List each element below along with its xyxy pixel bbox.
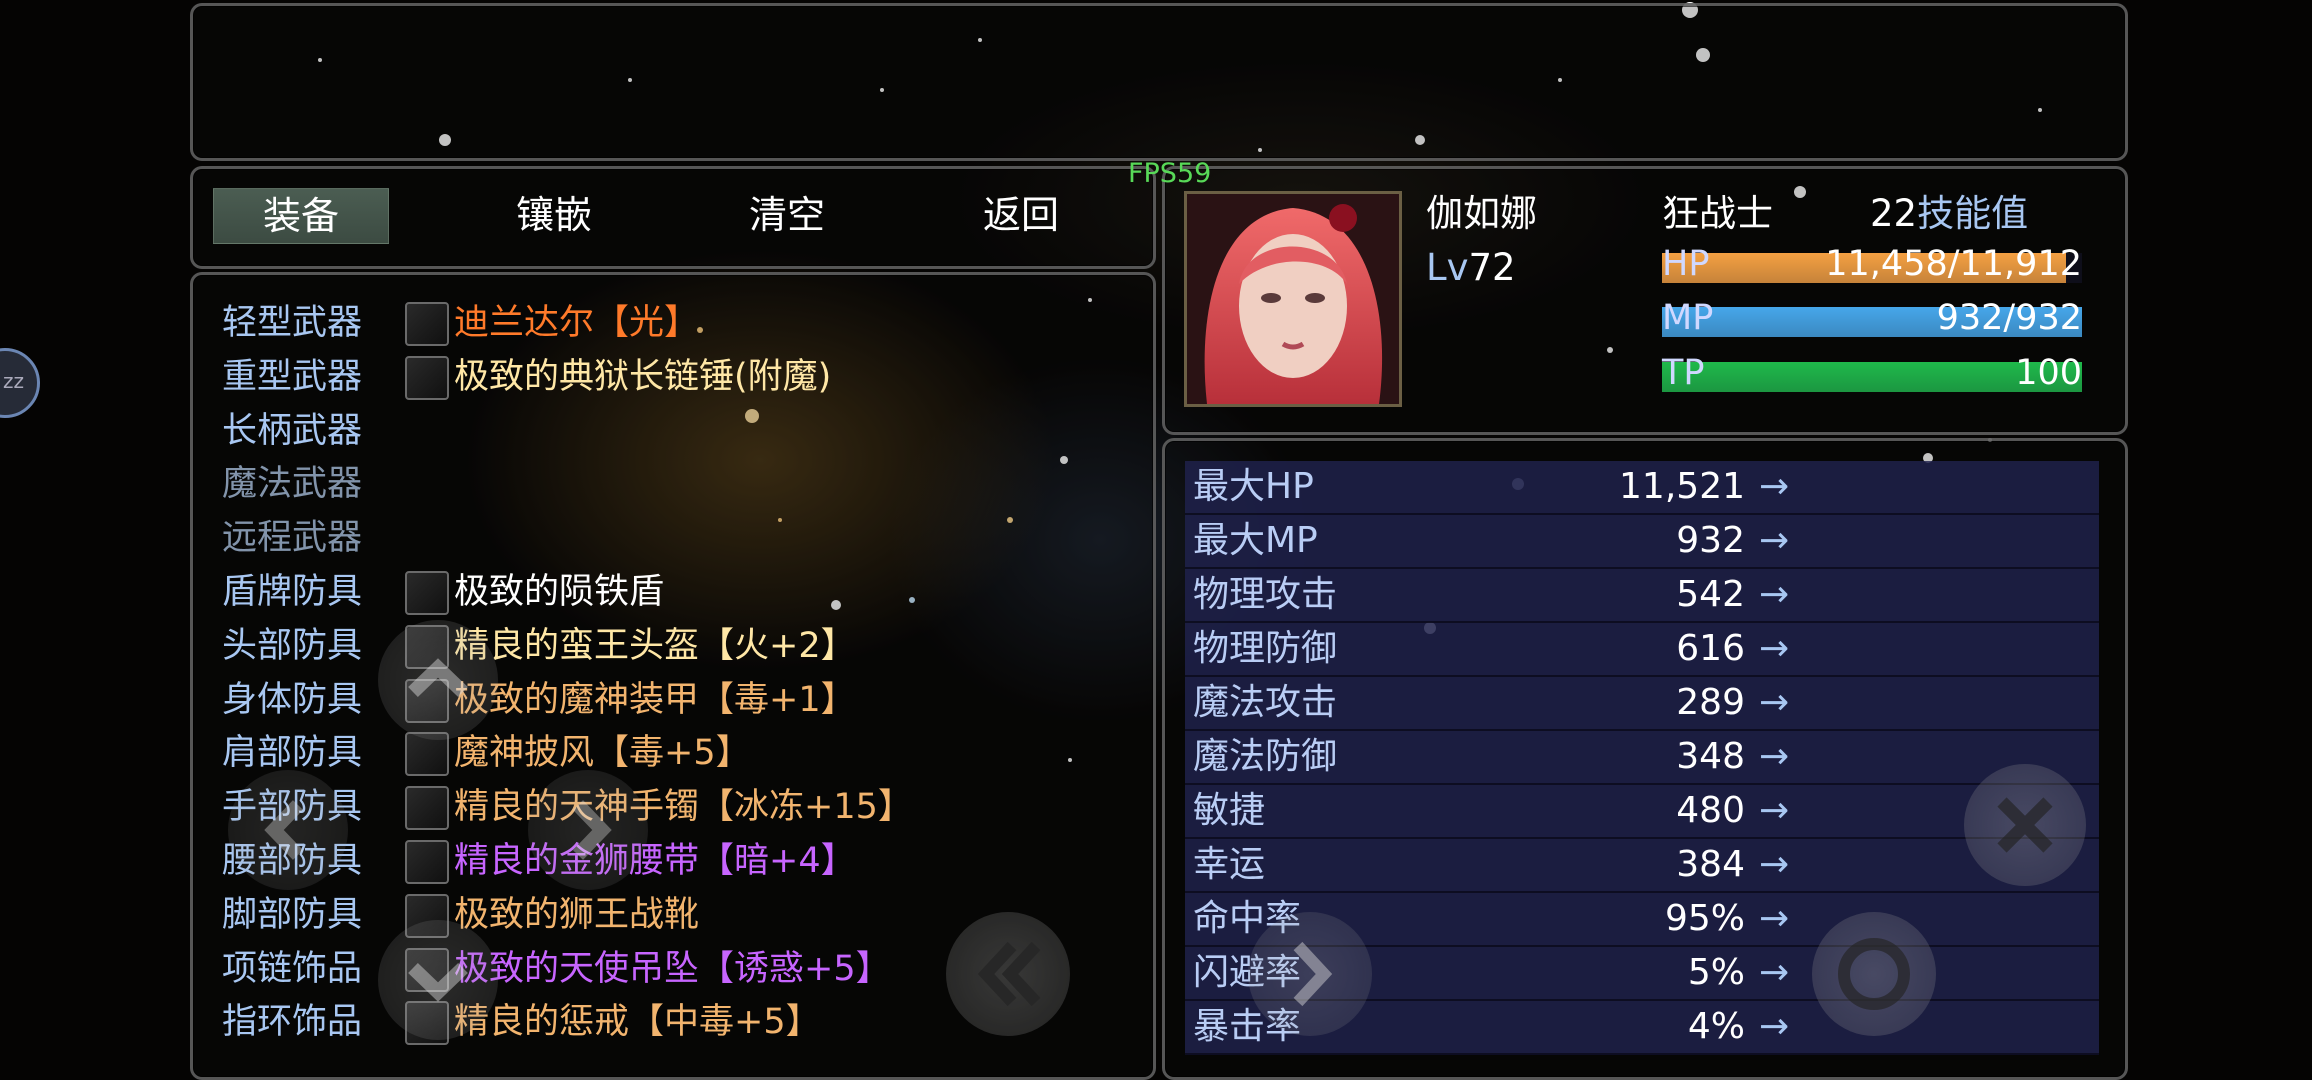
tp-label: TP (1662, 353, 1705, 393)
shield-icon (405, 571, 449, 615)
stat-row: 最大MP 932 → (1185, 515, 2099, 569)
stat-arrow-icon: → (1759, 628, 1790, 669)
stat-value: 5% (1687, 952, 1745, 993)
stat-value: 384 (1676, 844, 1745, 885)
dpad-down-button[interactable] (378, 920, 498, 1040)
equipment-slot-label[interactable]: 长柄武器 (222, 405, 362, 457)
stat-value: 348 (1676, 736, 1745, 777)
stat-row: 物理攻击 542 → (1185, 569, 2099, 623)
stat-value: 616 (1676, 628, 1745, 669)
stat-arrow-icon: → (1759, 574, 1790, 615)
equipped-item-name[interactable]: 极致的典狱长链锤(附魔) (454, 351, 831, 403)
tp-value: 100 (2015, 353, 2082, 393)
page-back-button[interactable] (946, 912, 1070, 1036)
equipped-item-name[interactable]: 精良的惩戒【中毒+5】 (454, 996, 821, 1048)
character-portrait (1184, 191, 1402, 407)
stat-row: 魔法攻击 289 → (1185, 677, 2099, 731)
stat-row: 敏捷 480 → (1185, 785, 2099, 839)
skill-points-value: 22 (1870, 192, 1918, 235)
equipment-slot-label[interactable]: 重型武器 (222, 351, 362, 403)
stat-arrow-icon: → (1759, 520, 1790, 561)
stat-arrow-icon: → (1759, 952, 1790, 993)
equipment-slot-label[interactable]: 头部防具 (222, 620, 362, 672)
equipped-item-name[interactable]: 迪兰达尔【光】 (454, 297, 699, 349)
character-level: Lv72 (1426, 244, 1516, 292)
menu-back[interactable]: 返回 (934, 188, 1108, 242)
character-name: 伽如娜 (1426, 192, 1537, 235)
stat-label: 最大HP (1193, 466, 1314, 507)
equipped-item-name[interactable]: 精良的金狮腰带【暗+4】 (454, 835, 856, 887)
skill-points: 22技能值 (1870, 190, 2028, 238)
menu-equip[interactable]: 装备 (213, 188, 389, 244)
stat-label: 物理攻击 (1193, 574, 1338, 615)
cancel-button[interactable] (1964, 764, 2086, 886)
side-tab[interactable]: zz (0, 348, 40, 418)
dpad-up-button[interactable] (378, 620, 498, 740)
mp-label: MP (1662, 298, 1714, 338)
sword-icon (405, 302, 449, 346)
stat-row: 幸运 384 → (1185, 839, 2099, 893)
stat-label: 魔法防御 (1193, 736, 1338, 777)
equipment-slot-label[interactable]: 远程武器 (222, 512, 362, 564)
stat-label: 敏捷 (1193, 790, 1266, 831)
equipped-item-name[interactable]: 极致的天使吊坠【诱惑+5】 (454, 943, 891, 995)
fps-counter: FPS59 (1128, 158, 1212, 189)
equipment-slot-label[interactable]: 脚部防具 (222, 889, 362, 941)
stat-row: 物理防御 616 → (1185, 623, 2099, 677)
equipment-slot-label[interactable]: 项链饰品 (222, 943, 362, 995)
menu-clear[interactable]: 清空 (700, 188, 874, 242)
stat-arrow-icon: → (1759, 790, 1790, 831)
dpad-right-button[interactable] (528, 770, 648, 890)
stat-value: 932 (1676, 520, 1745, 561)
stat-label: 物理防御 (1193, 628, 1338, 669)
equipment-slot-label[interactable]: 指环饰品 (222, 996, 362, 1048)
page-forward-button[interactable] (1248, 912, 1372, 1036)
equipment-slot-label[interactable]: 轻型武器 (222, 297, 362, 349)
bracelet-icon (405, 786, 449, 830)
stat-arrow-icon: → (1759, 1006, 1790, 1047)
menu-inlay[interactable]: 镶嵌 (467, 188, 641, 242)
equipment-slot-label[interactable]: 盾牌防具 (222, 566, 362, 618)
message-panel (190, 3, 2128, 161)
stat-value: 480 (1676, 790, 1745, 831)
stat-label: 最大MP (1193, 520, 1318, 561)
equipped-item-name[interactable]: 精良的蛮王头盔【火+2】 (454, 620, 856, 672)
equipment-slot-label[interactable]: 身体防具 (222, 674, 362, 726)
equipped-item-name[interactable]: 极致的陨铁盾 (454, 566, 664, 618)
stat-value: 95% (1664, 898, 1745, 939)
level-value: 72 (1468, 246, 1516, 289)
belt-icon (405, 840, 449, 884)
stat-arrow-icon: → (1759, 844, 1790, 885)
stat-arrow-icon: → (1759, 898, 1790, 939)
stat-value: 542 (1676, 574, 1745, 615)
skill-points-label: 技能值 (1917, 192, 2029, 235)
stat-value: 11,521 (1619, 466, 1745, 507)
stat-label: 魔法攻击 (1193, 682, 1338, 723)
character-class: 狂战士 (1662, 192, 1773, 235)
level-prefix: Lv (1426, 246, 1469, 289)
mp-value: 932/932 (1936, 298, 2082, 338)
equipped-item-name[interactable]: 精良的天神手镯【冰冻+15】 (454, 781, 913, 833)
stat-label: 幸运 (1193, 844, 1266, 885)
hp-value: 11,458/11,912 (1825, 244, 2082, 284)
hp-label: HP (1662, 244, 1710, 284)
equipment-slot-label[interactable]: 魔法武器 (222, 458, 362, 510)
stat-arrow-icon: → (1759, 682, 1790, 723)
stat-row: 最大HP 11,521 → (1185, 461, 2099, 515)
side-tab-label: zz (3, 369, 24, 393)
dpad-left-button[interactable] (228, 770, 348, 890)
stat-row: 魔法防御 348 → (1185, 731, 2099, 785)
flail-icon (405, 356, 449, 400)
stat-arrow-icon: → (1759, 466, 1790, 507)
stat-value: 4% (1687, 1006, 1745, 1047)
stat-arrow-icon: → (1759, 736, 1790, 777)
equipped-item-name[interactable]: 极致的魔神装甲【毒+1】 (454, 674, 856, 726)
stat-value: 289 (1676, 682, 1745, 723)
confirm-button[interactable] (1812, 912, 1936, 1036)
